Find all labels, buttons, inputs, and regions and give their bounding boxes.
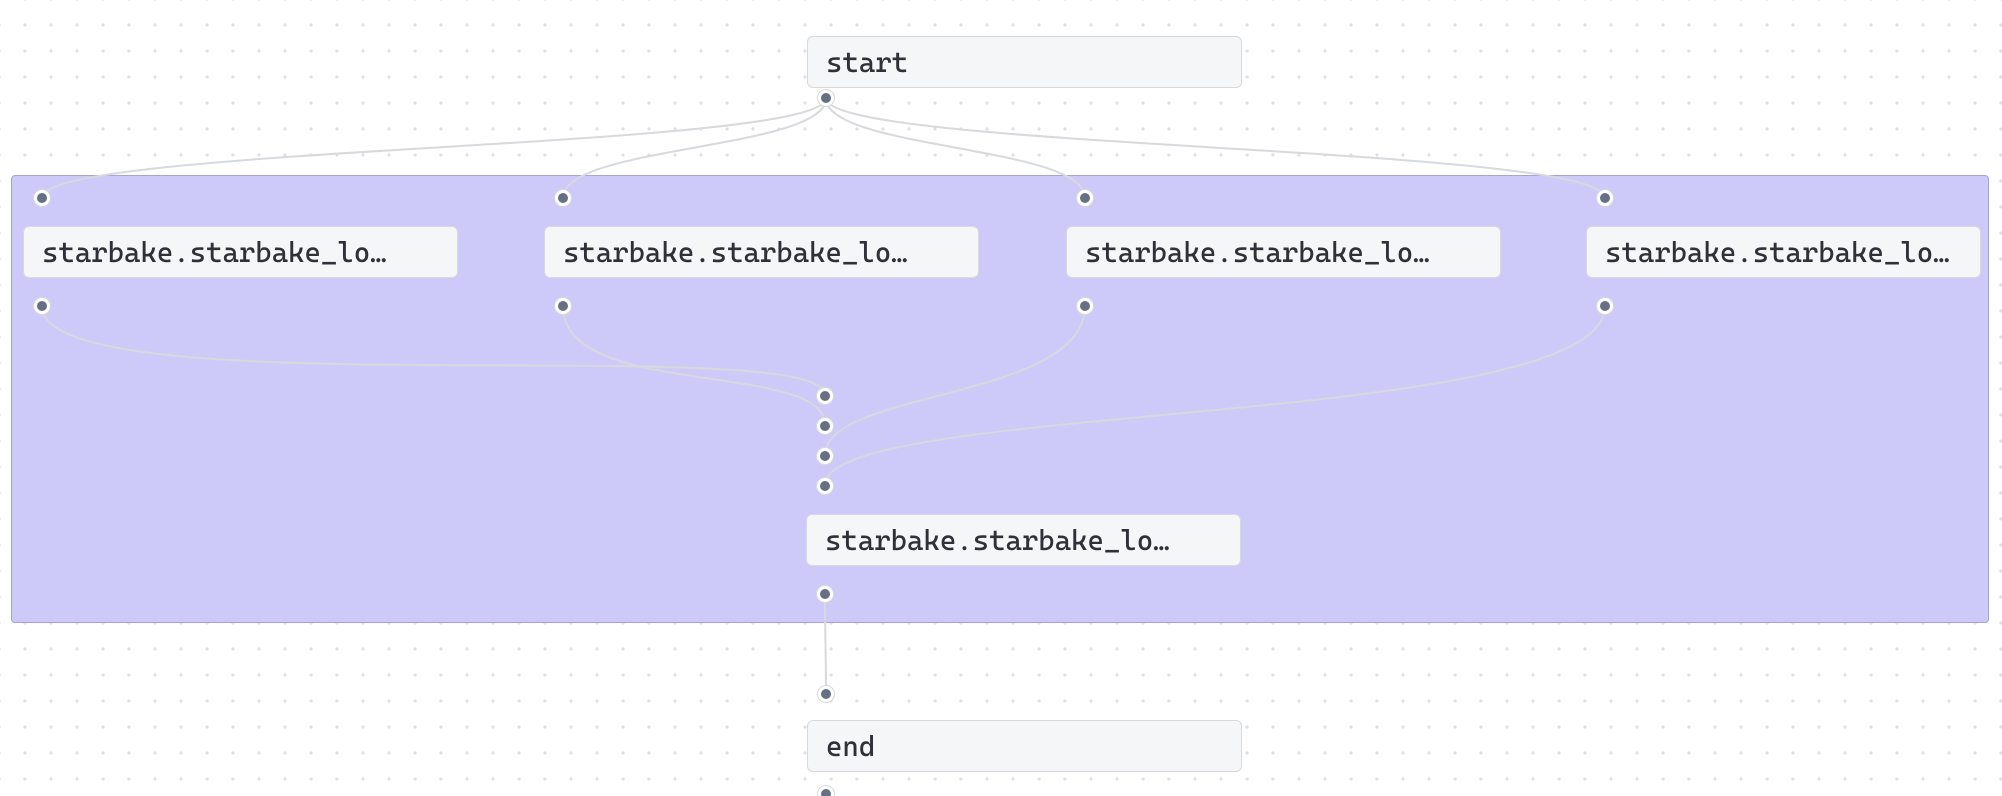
port-out[interactable] bbox=[34, 298, 50, 314]
dag-canvas[interactable]: start starbake.starbake_lo… starbake.sta… bbox=[0, 0, 2002, 796]
port-in[interactable] bbox=[818, 686, 834, 702]
node-task-4[interactable]: starbake.starbake_lo… bbox=[1586, 226, 1981, 278]
port-out[interactable] bbox=[818, 90, 834, 106]
node-task-5[interactable]: starbake.starbake_lo… bbox=[806, 514, 1241, 566]
port-out[interactable] bbox=[1077, 298, 1093, 314]
port-in[interactable] bbox=[817, 448, 833, 464]
node-end[interactable]: end bbox=[807, 720, 1242, 772]
port-out[interactable] bbox=[1597, 298, 1613, 314]
node-start-label: start bbox=[826, 46, 1223, 79]
port-in[interactable] bbox=[817, 388, 833, 404]
port-in[interactable] bbox=[817, 478, 833, 494]
port-out[interactable] bbox=[817, 586, 833, 602]
node-task-3-label: starbake.starbake_lo… bbox=[1085, 236, 1482, 269]
port-out[interactable] bbox=[555, 298, 571, 314]
port-out[interactable] bbox=[818, 786, 834, 796]
node-task-3[interactable]: starbake.starbake_lo… bbox=[1066, 226, 1501, 278]
port-in[interactable] bbox=[555, 190, 571, 206]
port-in[interactable] bbox=[817, 418, 833, 434]
node-task-4-label: starbake.starbake_lo… bbox=[1605, 236, 1962, 269]
node-end-label: end bbox=[826, 730, 1223, 763]
port-in[interactable] bbox=[34, 190, 50, 206]
node-task-2[interactable]: starbake.starbake_lo… bbox=[544, 226, 979, 278]
node-task-2-label: starbake.starbake_lo… bbox=[563, 236, 960, 269]
node-task-1-label: starbake.starbake_lo… bbox=[42, 236, 439, 269]
port-in[interactable] bbox=[1077, 190, 1093, 206]
port-in[interactable] bbox=[1597, 190, 1613, 206]
node-task-5-label: starbake.starbake_lo… bbox=[825, 524, 1222, 557]
node-start[interactable]: start bbox=[807, 36, 1242, 88]
node-task-1[interactable]: starbake.starbake_lo… bbox=[23, 226, 458, 278]
